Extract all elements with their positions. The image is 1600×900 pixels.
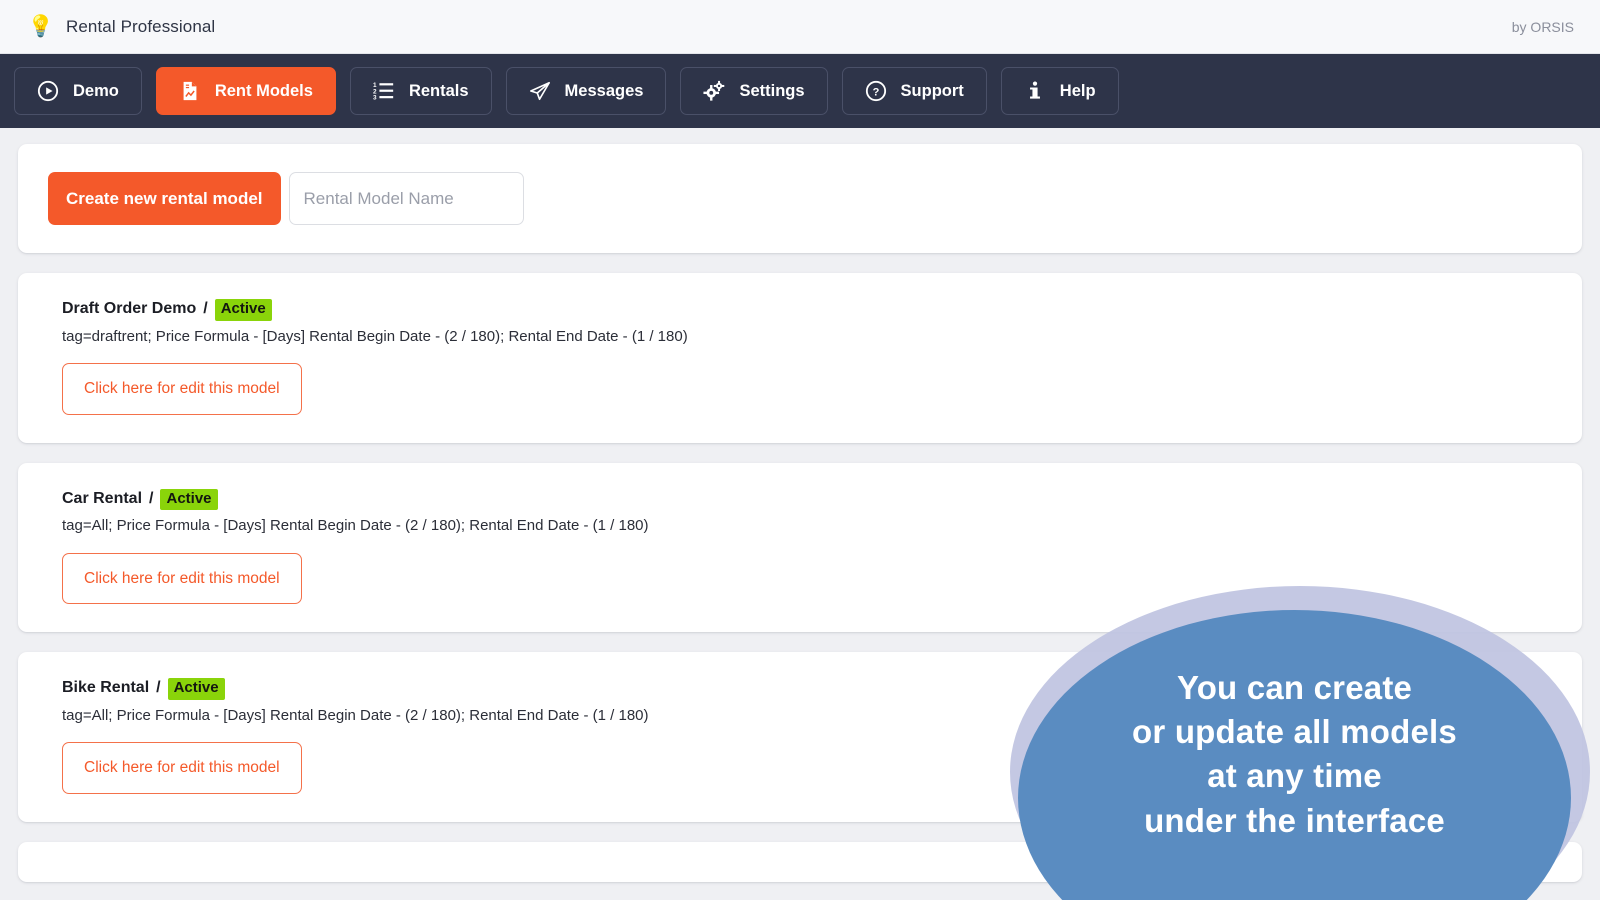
nav-item-support[interactable]: ? Support — [841, 67, 987, 115]
lightbulb-icon: 💡 — [27, 15, 55, 38]
model-name: Bike Rental — [62, 679, 150, 697]
edit-model-button[interactable]: Click here for edit this model — [62, 363, 302, 415]
title-separator: / — [203, 300, 208, 318]
cogs-icon — [703, 80, 725, 102]
file-document-icon — [179, 80, 201, 102]
status-badge: Active — [167, 678, 225, 700]
model-description: tag=draftrent; Price Formula - [Days] Re… — [62, 327, 688, 345]
play-circle-icon — [37, 80, 59, 102]
status-badge: Active — [160, 488, 218, 511]
nav-item-demo[interactable]: Demo — [14, 67, 142, 115]
model-name: Draft Order Demo — [62, 300, 197, 318]
edit-model-button[interactable]: Click here for edit this model — [62, 552, 302, 604]
model-description: tag=All; Price Formula - [Days] Rental B… — [62, 706, 649, 724]
nav-label: Help — [1059, 81, 1096, 100]
nav-label: Demo — [73, 81, 119, 100]
nav-label: Rentals — [408, 81, 469, 100]
paper-plane-icon — [529, 80, 551, 102]
edit-model-button[interactable]: Click here for edit this model — [62, 742, 302, 794]
nav-label: Rent Models — [214, 81, 313, 100]
svg-text:3: 3 — [373, 95, 377, 102]
model-description: tag=All; Price Formula - [Days] Rental B… — [62, 517, 649, 535]
nav-label: Messages — [564, 81, 644, 100]
nav-item-rent-models[interactable]: Rent Models — [155, 67, 336, 115]
nav-item-rentals[interactable]: 123 Rentals — [349, 67, 492, 115]
status-badge: Active — [214, 299, 272, 321]
app-header: 💡 Rental Professional by ORSIS — [0, 0, 1600, 54]
title-separator: / — [156, 679, 161, 697]
model-card-partial — [18, 841, 1582, 882]
create-new-rental-model-button[interactable]: Create new rental model — [48, 172, 281, 225]
brand: 💡 Rental Professional — [28, 14, 215, 40]
nav-label: Settings — [739, 81, 805, 100]
ordered-list-icon: 123 — [373, 80, 395, 102]
model-name: Car Rental — [62, 489, 143, 507]
nav-item-help[interactable]: Help — [1000, 67, 1119, 115]
nav-item-messages[interactable]: Messages — [505, 67, 667, 115]
main-navigation: Demo Rent Models 123 Rentals Messages Se… — [0, 54, 1600, 128]
model-card: Car Rental / Active tag=All; Price Formu… — [18, 462, 1582, 632]
model-card: Bike Rental / Active tag=All; Price Form… — [18, 652, 1582, 822]
main-content: Create new rental model Draft Order Demo… — [0, 128, 1600, 882]
info-icon — [1024, 80, 1046, 102]
svg-text:?: ? — [872, 87, 879, 99]
model-title: Bike Rental / Active — [62, 678, 1552, 700]
model-title: Draft Order Demo / Active — [62, 299, 1552, 321]
vendor-byline: by ORSIS — [1511, 18, 1574, 35]
title-separator: / — [149, 489, 154, 507]
rental-model-name-input[interactable] — [288, 172, 524, 225]
question-circle-icon: ? — [865, 80, 887, 102]
nav-item-settings[interactable]: Settings — [680, 67, 828, 115]
model-title: Car Rental / Active — [62, 488, 1552, 511]
app-title: Rental Professional — [66, 16, 216, 36]
model-card: Draft Order Demo / Active tag=draftrent;… — [18, 273, 1582, 443]
create-model-panel: Create new rental model — [18, 144, 1582, 253]
nav-label: Support — [900, 81, 964, 100]
